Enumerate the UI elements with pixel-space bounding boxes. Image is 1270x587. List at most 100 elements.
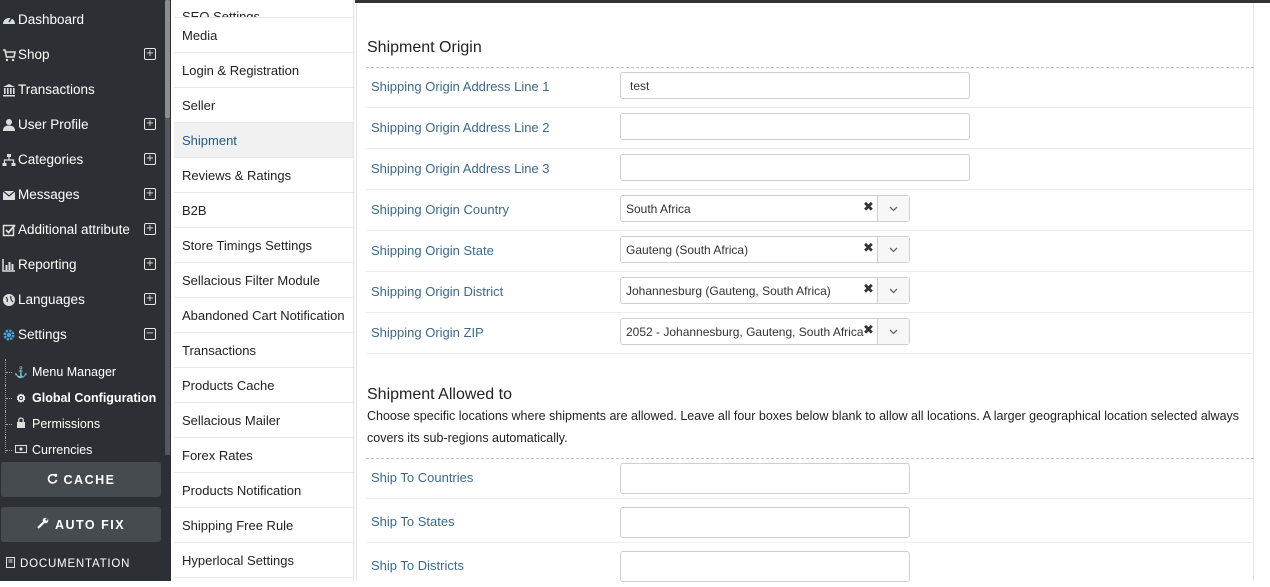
selected-value: South Africa: [626, 202, 691, 216]
subnav-item-permissions[interactable]: Permissions: [0, 411, 163, 437]
nav-item-categories[interactable]: Categories +: [0, 142, 163, 177]
cogs-icon: ⚙: [16, 392, 26, 405]
nav-item-settings[interactable]: Settings −: [0, 317, 163, 352]
origin-address-line-2-input[interactable]: [620, 113, 970, 140]
auto-fix-label: AUTO FIX: [54, 517, 126, 532]
field-label: Shipping Origin ZIP: [371, 325, 484, 340]
auto-fix-button[interactable]: AUTO FIX: [1, 507, 161, 542]
chevron-down-icon[interactable]: [877, 237, 909, 262]
subnav-item-currencies[interactable]: Currencies: [0, 437, 163, 454]
tab-products-notification[interactable]: Products Notification: [174, 473, 353, 508]
field-row-ship-to-districts: Ship To Districts: [366, 543, 1254, 587]
nav-label: Reporting: [18, 257, 77, 272]
cart-icon: [0, 48, 18, 62]
tab-shipment[interactable]: Shipment: [174, 123, 353, 158]
tab-login-registration[interactable]: Login & Registration: [174, 53, 353, 88]
tab-hyperlocal-settings[interactable]: Hyperlocal Settings: [174, 543, 353, 578]
nav-label: User Profile: [18, 117, 89, 132]
settings-tabs: SEO Settings Media Login & Registration …: [174, 0, 354, 581]
subnav-label: Currencies: [32, 443, 93, 454]
checkbox-icon: [0, 223, 18, 237]
origin-district-select[interactable]: Johannesburg (Gauteng, South Africa) ✖: [620, 277, 910, 304]
main-nav: Dashboard Shop + Transactions User Profi…: [0, 2, 163, 352]
dashboard-icon: [0, 13, 18, 27]
tab-label: Seller: [182, 97, 216, 113]
tab-label: Sellacious Mailer: [182, 412, 281, 428]
tab-seo-settings[interactable]: SEO Settings: [174, 0, 353, 18]
collapse-icon[interactable]: −: [144, 328, 156, 340]
tab-abandoned-cart[interactable]: Abandoned Cart Notification: [174, 298, 353, 333]
tab-store-timings[interactable]: Store Timings Settings: [174, 228, 353, 263]
origin-state-select[interactable]: Gauteng (South Africa) ✖: [620, 236, 910, 263]
nav-item-transactions[interactable]: Transactions: [0, 72, 163, 107]
tab-transactions[interactable]: Transactions: [174, 333, 353, 368]
nav-label: Dashboard: [18, 12, 85, 27]
documentation-link[interactable]: DOCUMENTATION: [5, 556, 130, 571]
clear-icon[interactable]: ✖: [863, 282, 874, 297]
sidebar-scrollbar[interactable]: [165, 0, 170, 455]
expand-icon[interactable]: +: [144, 153, 156, 165]
selected-value: Gauteng (South Africa): [626, 243, 749, 257]
nav-item-reporting[interactable]: Reporting +: [0, 247, 163, 282]
cache-label: CACHE: [63, 472, 116, 487]
nav-item-shop[interactable]: Shop +: [0, 37, 163, 72]
ship-to-districts-input[interactable]: [620, 551, 910, 582]
origin-country-select[interactable]: South Africa ✖: [620, 195, 910, 222]
expand-icon[interactable]: +: [144, 48, 156, 60]
envelope-icon: [0, 188, 18, 202]
nav-item-additional-attribute[interactable]: Additional attribute +: [0, 212, 163, 247]
expand-icon[interactable]: +: [144, 223, 156, 235]
subnav-item-global-configuration[interactable]: ⚙ Global Configuration: [0, 385, 163, 411]
ship-to-countries-input[interactable]: [620, 463, 910, 494]
clear-icon[interactable]: ✖: [863, 200, 874, 215]
tab-reviews-ratings[interactable]: Reviews & Ratings: [174, 158, 353, 193]
settings-subnav: ⚓ Menu Manager ⚙ Global Configuration Pe…: [0, 359, 163, 454]
origin-address-line-1-input[interactable]: [620, 72, 970, 99]
field-row-address-line-3: Shipping Origin Address Line 3: [366, 149, 1254, 190]
tab-label: Products Cache: [182, 377, 275, 393]
tab-shipping-free-rule[interactable]: Shipping Free Rule: [174, 508, 353, 543]
origin-address-line-3-input[interactable]: [620, 154, 970, 181]
chevron-down-icon[interactable]: [877, 319, 909, 344]
cache-button[interactable]: CACHE: [1, 462, 161, 497]
tab-products-cache[interactable]: Products Cache: [174, 368, 353, 403]
expand-icon[interactable]: +: [144, 258, 156, 270]
subnav-item-menu-manager[interactable]: ⚓ Menu Manager: [0, 359, 163, 385]
shipment-origin-title: Shipment Origin: [367, 39, 482, 56]
tab-filter-module[interactable]: Sellacious Filter Module: [174, 263, 353, 298]
tab-label: Abandoned Cart Notification: [182, 307, 345, 323]
book-icon: [5, 556, 16, 571]
tab-label: Login & Registration: [182, 62, 300, 78]
selected-value: 2052 - Johannesburg, Gauteng, South Afri…: [626, 325, 864, 339]
ship-to-states-input[interactable]: [620, 507, 910, 538]
clear-icon[interactable]: ✖: [863, 323, 874, 338]
field-row-zip: Shipping Origin ZIP 2052 - Johannesburg,…: [366, 313, 1254, 354]
tab-b2b[interactable]: B2B: [174, 193, 353, 228]
admin-sidebar: Dashboard Shop + Transactions User Profi…: [0, 0, 171, 581]
anchor-icon: ⚓: [14, 366, 28, 379]
expand-icon[interactable]: +: [144, 293, 156, 305]
expand-icon[interactable]: +: [144, 118, 156, 130]
field-label: Shipping Origin Country: [371, 202, 510, 217]
field-label: Shipping Origin Address Line 2: [371, 120, 550, 135]
tab-mailer[interactable]: Sellacious Mailer: [174, 403, 353, 438]
origin-zip-select[interactable]: 2052 - Johannesburg, Gauteng, South Afri…: [620, 318, 910, 345]
nav-item-dashboard[interactable]: Dashboard: [0, 2, 163, 37]
nav-item-languages[interactable]: Languages +: [0, 282, 163, 317]
field-label: Shipping Origin Address Line 1: [371, 79, 550, 94]
expand-icon[interactable]: +: [144, 188, 156, 200]
tab-seller[interactable]: Seller: [174, 88, 353, 123]
tab-forex-rates[interactable]: Forex Rates: [174, 438, 353, 473]
nav-item-user-profile[interactable]: User Profile +: [0, 107, 163, 142]
globe-icon: [0, 293, 18, 307]
lock-icon: [14, 417, 28, 431]
tab-media[interactable]: Media: [174, 18, 353, 53]
scrollbar-thumb[interactable]: [165, 0, 170, 118]
field-row-ship-to-states: Ship To States: [366, 499, 1254, 543]
chevron-down-icon[interactable]: [877, 196, 909, 221]
tab-label: Transactions: [182, 342, 256, 358]
subnav-label: Global Configuration: [32, 391, 157, 405]
chevron-down-icon[interactable]: [877, 278, 909, 303]
clear-icon[interactable]: ✖: [863, 241, 874, 256]
nav-item-messages[interactable]: Messages +: [0, 177, 163, 212]
